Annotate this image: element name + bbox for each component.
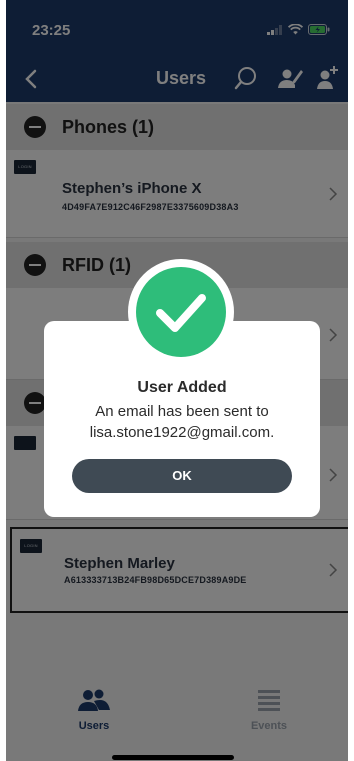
dialog-message: An email has been sent to lisa.stone1922… xyxy=(44,401,320,443)
checkmark-icon xyxy=(156,294,206,332)
ok-button[interactable]: OK xyxy=(72,459,292,493)
success-badge xyxy=(128,259,234,365)
success-circle xyxy=(136,267,226,357)
dialog-message-line: An email has been sent to xyxy=(95,403,269,420)
app-screen: 23:25 Users xyxy=(6,0,348,761)
dialog-email: lisa.stone1922@gmail.com. xyxy=(89,424,275,441)
dialog-title: User Added xyxy=(137,379,227,396)
home-indicator[interactable] xyxy=(112,755,234,760)
